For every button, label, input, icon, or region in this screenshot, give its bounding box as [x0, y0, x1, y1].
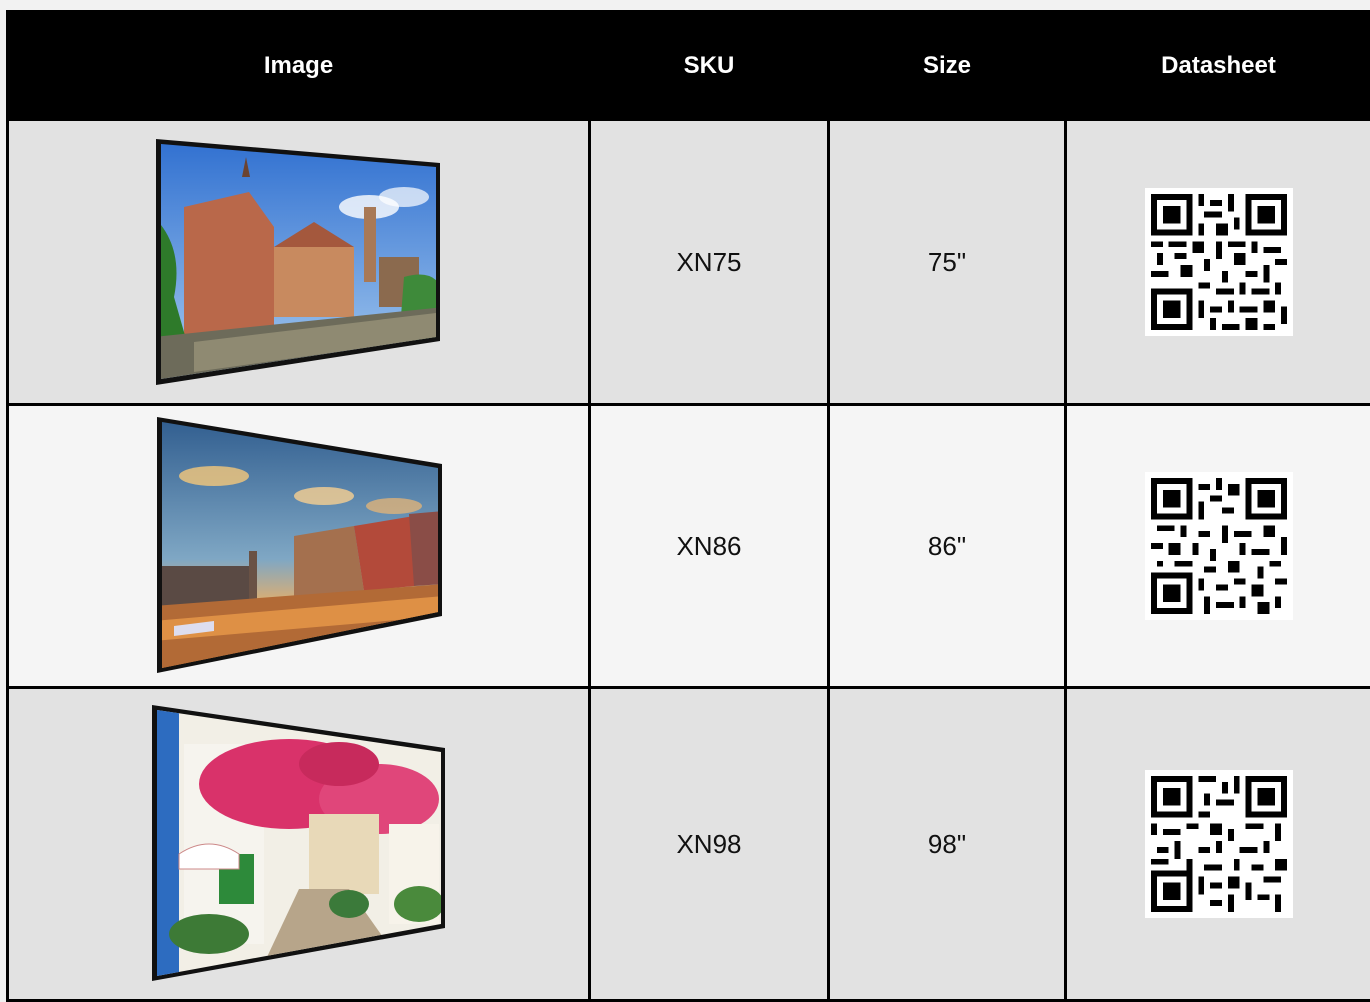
tv-display-image-city-sunset	[154, 416, 444, 676]
datasheet-cell	[1066, 688, 1370, 1001]
image-cell	[8, 405, 590, 688]
image-cell	[8, 688, 590, 1001]
table-row: XN86 86"	[8, 405, 1370, 688]
tv-display-image-canal-town	[154, 137, 444, 387]
top-strip	[0, 0, 1370, 10]
datasheet-cell	[1066, 405, 1370, 688]
column-header-sku: SKU	[590, 12, 829, 120]
sku-cell: XN75	[590, 120, 829, 405]
size-cell: 86"	[829, 405, 1066, 688]
product-table: Image SKU Size Datasheet	[6, 10, 1370, 1002]
table-row: XN98 98"	[8, 688, 1370, 1001]
column-header-size: Size	[829, 12, 1066, 120]
image-cell	[8, 120, 590, 405]
sku-cell: XN86	[590, 405, 829, 688]
column-header-image: Image	[8, 12, 590, 120]
size-cell: 98"	[829, 688, 1066, 1001]
qr-code-icon[interactable]	[1145, 188, 1293, 336]
size-cell: 75"	[829, 120, 1066, 405]
table-header-row: Image SKU Size Datasheet	[8, 12, 1370, 120]
qr-code-icon[interactable]	[1145, 472, 1293, 620]
sku-cell: XN98	[590, 688, 829, 1001]
column-header-datasheet: Datasheet	[1066, 12, 1370, 120]
datasheet-cell	[1066, 120, 1370, 405]
table-row: XN75 75"	[8, 120, 1370, 405]
qr-code-icon[interactable]	[1145, 770, 1293, 918]
tv-display-image-flowered-street	[149, 704, 449, 984]
